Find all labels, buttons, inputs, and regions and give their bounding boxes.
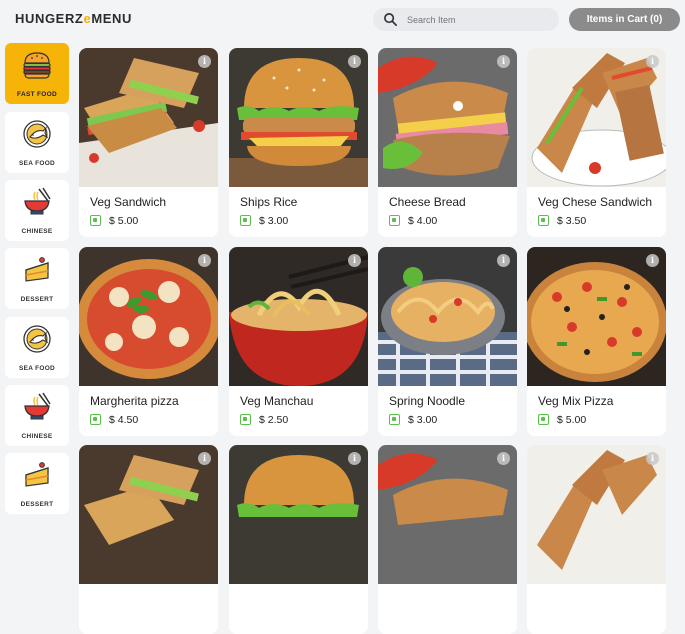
- info-icon[interactable]: i: [348, 55, 361, 68]
- menu-item-card[interactable]: i: [229, 445, 368, 634]
- veg-icon: [240, 215, 251, 226]
- info-icon[interactable]: i: [198, 55, 211, 68]
- category-sea-food[interactable]: SEA FOOD: [5, 317, 69, 378]
- info-icon[interactable]: i: [348, 254, 361, 267]
- search-icon: [384, 13, 397, 26]
- info-icon[interactable]: i: [198, 452, 211, 465]
- cake-slice-icon: [25, 257, 49, 282]
- logo-menu-text: MENU: [91, 11, 133, 26]
- menu-item-card[interactable]: i: [527, 445, 666, 634]
- menu-item-card[interactable]: i Cheese Bread $ 4.00: [378, 48, 517, 237]
- food-photo-burger: [229, 445, 368, 584]
- noodle-bowl-icon: [24, 392, 51, 420]
- food-photo-noodles: [378, 247, 517, 386]
- noodle-bowl-icon: [24, 187, 51, 215]
- food-photo-grilled-sandwich: [527, 445, 666, 584]
- header: HUNGERZeMENU Items in Cart (0): [0, 0, 685, 38]
- info-icon[interactable]: i: [497, 452, 510, 465]
- menu-item-card[interactable]: i Veg Mix Pizza $ 5.00: [527, 247, 666, 436]
- search-input[interactable]: [407, 11, 547, 28]
- item-price: $ 5.00: [109, 215, 139, 227]
- menu-item-card[interactable]: i Veg Sandwich $ 5.00: [79, 48, 218, 237]
- veg-icon: [389, 215, 400, 226]
- item-name: Ships Rice: [240, 195, 298, 209]
- item-name: Margherita pizza: [90, 394, 179, 408]
- item-price: $ 3.00: [408, 414, 438, 426]
- item-name: Cheese Bread: [389, 195, 466, 209]
- info-icon[interactable]: i: [497, 55, 510, 68]
- category-label: SEA FOOD: [18, 160, 56, 167]
- burger-icon: [23, 52, 51, 79]
- category-dessert[interactable]: DESSERT: [5, 453, 69, 514]
- item-name: Veg Sandwich: [90, 195, 167, 209]
- item-name: Spring Noodle: [389, 394, 466, 408]
- category-label: SEA FOOD: [18, 365, 56, 372]
- item-name: Veg Chese Sandwich: [538, 195, 653, 209]
- fish-plate-icon: [23, 120, 51, 148]
- category-label: CHINESE: [21, 228, 53, 235]
- category-label: CHINESE: [21, 433, 53, 440]
- category-fast-food[interactable]: FAST FOOD: [5, 43, 69, 104]
- search-bar[interactable]: [373, 8, 559, 31]
- menu-item-card[interactable]: i Veg Chese Sandwich $ 3.50: [527, 48, 666, 237]
- food-photo-sandwich: [79, 445, 218, 584]
- item-price: $ 3.00: [259, 215, 289, 227]
- item-price: $ 4.50: [109, 414, 139, 426]
- cart-button-label: Items in Cart (0): [586, 14, 663, 25]
- veg-icon: [538, 414, 549, 425]
- cart-button[interactable]: Items in Cart (0): [569, 8, 680, 31]
- food-photo-sub: [378, 445, 517, 584]
- veg-icon: [240, 414, 251, 425]
- app-logo[interactable]: HUNGERZeMENU: [15, 11, 132, 26]
- info-icon[interactable]: i: [646, 452, 659, 465]
- food-photo-sandwich: [79, 48, 218, 187]
- info-icon[interactable]: i: [497, 254, 510, 267]
- item-name: Veg Manchau: [240, 394, 314, 408]
- fish-plate-icon: [23, 325, 51, 353]
- logo-main-text: HUNGERZ: [15, 11, 84, 26]
- menu-item-card[interactable]: i: [378, 445, 517, 634]
- menu-item-card[interactable]: i: [79, 445, 218, 634]
- food-photo-noodle-soup: [229, 247, 368, 386]
- veg-icon: [90, 215, 101, 226]
- menu-item-card[interactable]: i Ships Rice $ 3.00: [229, 48, 368, 237]
- food-photo-sub: [378, 48, 517, 187]
- item-price: $ 4.00: [408, 215, 438, 227]
- item-price: $ 5.00: [557, 414, 587, 426]
- item-price: $ 2.50: [259, 414, 289, 426]
- item-name: Veg Mix Pizza: [538, 394, 614, 408]
- food-photo-pizza-mix: [527, 247, 666, 386]
- item-price: $ 3.50: [557, 215, 587, 227]
- category-sea-food[interactable]: SEA FOOD: [5, 112, 69, 173]
- menu-item-card[interactable]: i Veg Manchau $ 2.50: [229, 247, 368, 436]
- category-chinese[interactable]: CHINESE: [5, 180, 69, 241]
- info-icon[interactable]: i: [646, 55, 659, 68]
- food-photo-pizza-margherita: [79, 247, 218, 386]
- category-dessert[interactable]: DESSERT: [5, 248, 69, 309]
- info-icon[interactable]: i: [198, 254, 211, 267]
- category-chinese[interactable]: CHINESE: [5, 385, 69, 446]
- food-photo-grilled-sandwich: [527, 48, 666, 187]
- menu-item-card[interactable]: i Margherita pizza $ 4.50: [79, 247, 218, 436]
- veg-icon: [90, 414, 101, 425]
- info-icon[interactable]: i: [348, 452, 361, 465]
- category-label: FAST FOOD: [17, 91, 57, 98]
- category-label: DESSERT: [20, 296, 54, 303]
- veg-icon: [538, 215, 549, 226]
- info-icon[interactable]: i: [646, 254, 659, 267]
- veg-icon: [389, 414, 400, 425]
- category-label: DESSERT: [20, 501, 54, 508]
- cake-slice-icon: [25, 462, 49, 487]
- menu-item-card[interactable]: i Spring Noodle $ 3.00: [378, 247, 517, 436]
- food-photo-burger: [229, 48, 368, 187]
